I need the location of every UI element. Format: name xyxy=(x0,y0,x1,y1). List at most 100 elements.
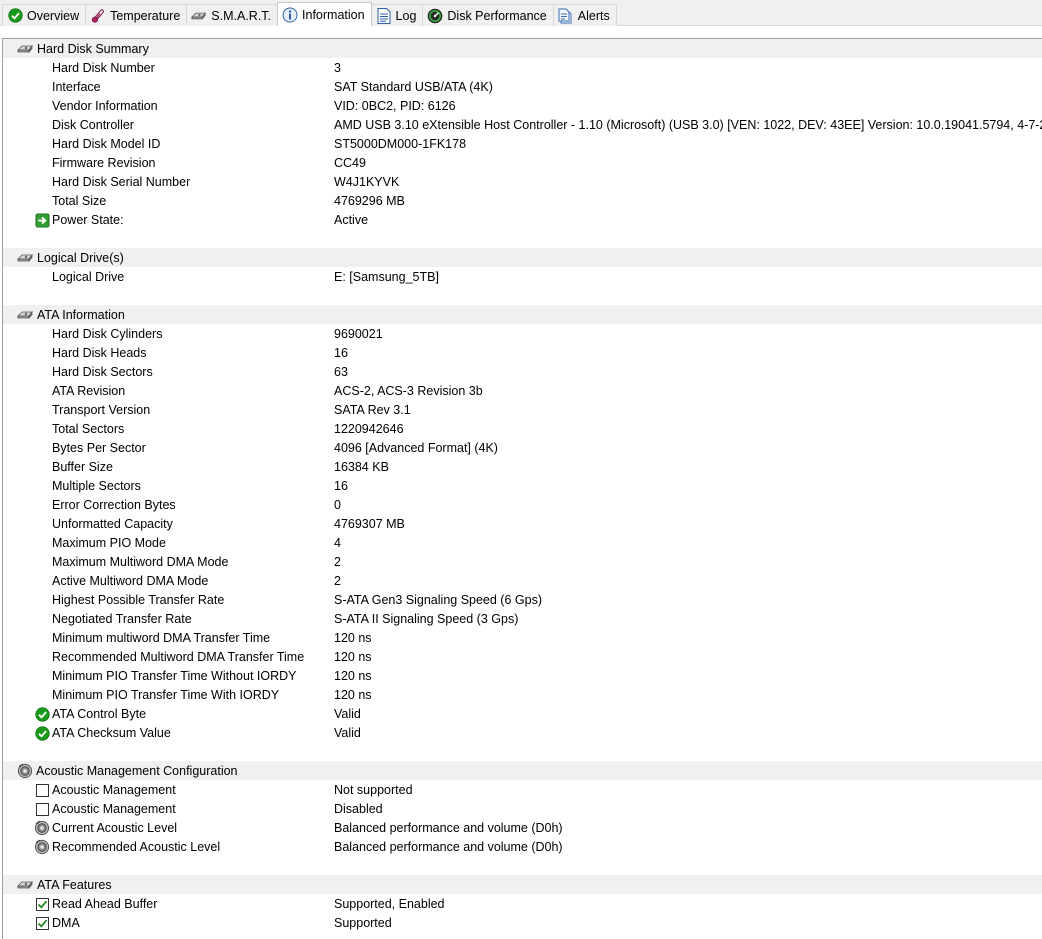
info-row[interactable]: Minimum PIO Transfer Time Without IORDY 1… xyxy=(3,666,1042,685)
info-row[interactable]: Unformatted Capacity 4769307 MB xyxy=(3,514,1042,533)
info-row[interactable]: Hard Disk Serial Number W4J1KYVK xyxy=(3,172,1042,191)
row-label: Minimum PIO Transfer Time With IORDY xyxy=(52,687,280,702)
info-row[interactable]: Hard Disk Sectors 63 xyxy=(3,362,1042,381)
row-value: 63 xyxy=(334,364,348,379)
info-icon xyxy=(282,7,298,23)
hard-disk-icon xyxy=(17,43,34,55)
row-label: Power State: xyxy=(52,212,124,227)
tab-overview[interactable]: Overview xyxy=(2,4,87,26)
info-row[interactable]: Firmware Revision CC49 xyxy=(3,153,1042,172)
row-label: Hard Disk Serial Number xyxy=(52,174,191,189)
row-label: Total Size xyxy=(52,193,107,208)
row-label: Recommended Multiword DMA Transfer Time xyxy=(52,649,305,664)
row-value: ACS-2, ACS-3 Revision 3b xyxy=(334,383,483,398)
row-value: 4096 [Advanced Format] (4K) xyxy=(334,440,498,455)
info-row[interactable]: Read Ahead Buffer Supported, Enabled xyxy=(3,894,1042,913)
info-row[interactable]: Total Size 4769296 MB xyxy=(3,191,1042,210)
row-label: Error Correction Bytes xyxy=(52,497,176,512)
row-label: Transport Version xyxy=(52,402,151,417)
info-row[interactable]: Interface SAT Standard USB/ATA (4K) xyxy=(3,77,1042,96)
info-row[interactable]: ATA Checksum Value Valid xyxy=(3,723,1042,742)
row-label: Highest Possible Transfer Rate xyxy=(52,592,225,607)
row-value: Balanced performance and volume (D0h) xyxy=(334,839,563,854)
tab-temperature[interactable]: Temperature xyxy=(85,4,188,26)
info-row[interactable]: Highest Possible Transfer Rate S-ATA Gen3… xyxy=(3,590,1042,609)
info-row[interactable]: Recommended Acoustic Level Balanced perfo… xyxy=(3,837,1042,856)
info-row[interactable]: Hard Disk Heads 16 xyxy=(3,343,1042,362)
info-row[interactable]: ATA Control Byte Valid xyxy=(3,704,1042,723)
info-row[interactable]: Power State: Active xyxy=(3,210,1042,229)
tabs-container: Overview Temperature S.M.A.R.T. Information… xyxy=(2,2,617,26)
tab-alerts[interactable]: Alerts xyxy=(552,4,617,26)
tab-log[interactable]: Log xyxy=(370,4,424,26)
information-panel: Hard Disk Summary Hard Disk Number 3 Interf… xyxy=(2,38,1042,939)
tab-label: S.M.A.R.T. xyxy=(211,8,272,23)
unchecked-checkbox xyxy=(34,801,50,817)
info-row[interactable]: Hard Disk Model ID ST5000DM000-1FK178 xyxy=(3,134,1042,153)
row-label: Hard Disk Heads xyxy=(52,345,147,360)
row-value: 9690021 xyxy=(334,326,383,341)
info-row[interactable]: ATA Revision ACS-2, ACS-3 Revision 3b xyxy=(3,381,1042,400)
row-value: S-ATA II Signaling Speed (3 Gps) xyxy=(334,611,519,626)
info-row[interactable]: Vendor Information VID: 0BC2, PID: 6126 xyxy=(3,96,1042,115)
info-row[interactable]: Multiple Sectors 16 xyxy=(3,476,1042,495)
info-row[interactable]: Active Multiword DMA Mode 2 xyxy=(3,571,1042,590)
info-row[interactable]: Acoustic Management Disabled xyxy=(3,799,1042,818)
info-row[interactable]: DMA Supported xyxy=(3,913,1042,932)
row-value: Disabled xyxy=(334,801,383,816)
section-ata-information: ATA Information Hard Disk Cylinders 969002… xyxy=(3,305,1042,761)
row-label: Unformatted Capacity xyxy=(52,516,173,531)
row-label: Total Sectors xyxy=(52,421,125,436)
section-header: ATA Information xyxy=(3,305,1042,324)
row-value: Active xyxy=(334,212,369,227)
info-row[interactable]: Error Correction Bytes 0 xyxy=(3,495,1042,514)
row-value: 120 ns xyxy=(334,668,372,683)
info-row[interactable]: Maximum PIO Mode 4 xyxy=(3,533,1042,552)
hard-disk-icon xyxy=(191,8,207,24)
row-value: 0 xyxy=(334,497,341,512)
row-value: Balanced performance and volume (D0h) xyxy=(334,820,563,835)
tab-disk-performance[interactable]: Disk Performance xyxy=(422,4,554,26)
row-label: ATA Revision xyxy=(52,383,126,398)
thermometer-icon xyxy=(90,8,106,24)
row-label: Logical Drive xyxy=(52,269,125,284)
info-row[interactable]: Recommended Multiword DMA Transfer Time 1… xyxy=(3,647,1042,666)
info-row[interactable]: Acoustic Management Not supported xyxy=(3,780,1042,799)
row-value: Valid xyxy=(334,706,361,721)
hard-disk-icon xyxy=(17,309,34,321)
info-row[interactable]: Minimum multiword DMA Transfer Time 120 n… xyxy=(3,628,1042,647)
info-row[interactable]: Minimum PIO Transfer Time With IORDY 120 … xyxy=(3,685,1042,704)
tab-label: Disk Performance xyxy=(447,8,547,23)
tab-information[interactable]: Information xyxy=(277,2,372,26)
row-value: 16 xyxy=(334,478,348,493)
row-label: Maximum PIO Mode xyxy=(52,535,166,550)
info-row[interactable]: Bytes Per Sector 4096 [Advanced Format] (… xyxy=(3,438,1042,457)
speaker-icon xyxy=(34,839,50,855)
checked-checkbox xyxy=(34,896,50,912)
speaker-icon xyxy=(34,820,50,836)
row-value: ST5000DM000-1FK178 xyxy=(334,136,467,151)
info-row[interactable]: Maximum Multiword DMA Mode 2 xyxy=(3,552,1042,571)
info-row[interactable]: Logical Drive E: [Samsung_5TB] xyxy=(3,267,1042,286)
info-row[interactable]: Negotiated Transfer Rate S-ATA II Signali… xyxy=(3,609,1042,628)
section-title: Logical Drive(s) xyxy=(37,250,124,265)
info-row[interactable]: Transport Version SATA Rev 3.1 xyxy=(3,400,1042,419)
row-value: 120 ns xyxy=(334,649,372,664)
green-check-icon xyxy=(7,8,23,24)
info-row[interactable]: Total Sectors 1220942646 xyxy=(3,419,1042,438)
row-value: SAT Standard USB/ATA (4K) xyxy=(334,79,493,94)
info-row[interactable]: Hard Disk Cylinders 9690021 xyxy=(3,324,1042,343)
info-row[interactable]: Hard Disk Number 3 xyxy=(3,58,1042,77)
tab-label: Information xyxy=(302,7,365,22)
tab-s-m-a-r-t[interactable]: S.M.A.R.T. xyxy=(186,4,279,26)
info-row[interactable]: Disk Controller AMD USB 3.10 eXtensible H… xyxy=(3,115,1042,134)
row-label: Disk Controller xyxy=(52,117,134,132)
section-hard-disk-summary: Hard Disk Summary Hard Disk Number 3 Interf… xyxy=(3,39,1042,248)
row-value: 120 ns xyxy=(334,630,372,645)
info-row[interactable]: Current Acoustic Level Balanced performan… xyxy=(3,818,1042,837)
row-value: W4J1KYVK xyxy=(334,174,400,189)
row-value: S-ATA Gen3 Signaling Speed (6 Gps) xyxy=(334,592,542,607)
row-value: 2 xyxy=(334,573,341,588)
info-row[interactable]: Buffer Size 16384 KB xyxy=(3,457,1042,476)
row-value: E: [Samsung_5TB] xyxy=(334,269,439,284)
